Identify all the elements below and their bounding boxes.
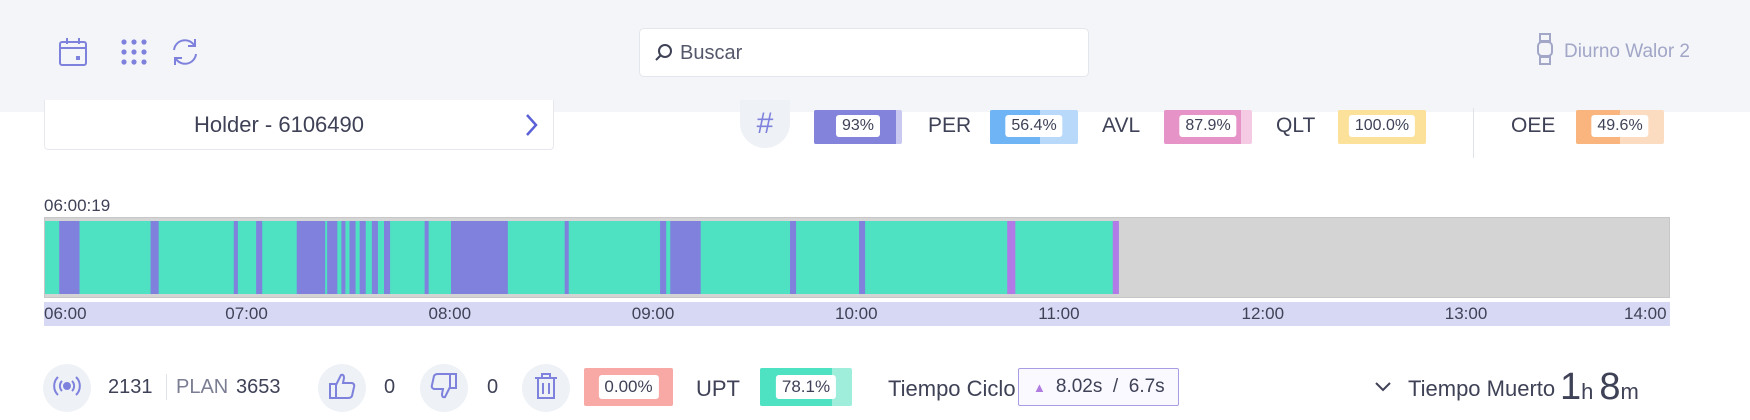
- dead-time-hours-unit: h: [1581, 379, 1594, 404]
- timeline-running-segment[interactable]: [45, 221, 1119, 294]
- kpi-value-avl: 87.9%: [1179, 115, 1237, 137]
- dead-time-hours: 1: [1560, 366, 1582, 408]
- plan-label: PLAN: [176, 376, 229, 398]
- kpi-label-oee: OEE: [1511, 114, 1556, 137]
- calendar-icon[interactable]: [57, 36, 89, 68]
- axis-tick-label: 14:00: [1624, 304, 1667, 323]
- kpi-label-per: PER: [928, 114, 972, 137]
- hash-icon[interactable]: #: [740, 100, 790, 148]
- timeline-stopped-event[interactable]: [150, 221, 159, 294]
- dead-time-minutes-unit: m: [1620, 379, 1639, 404]
- kpi-bar-per: 56.4%: [990, 110, 1078, 144]
- timeline-stopped-event[interactable]: [296, 221, 326, 294]
- cycle-time-label: Tiempo Ciclo: [888, 376, 1016, 401]
- dead-time-label: Tiempo Muerto: [1408, 376, 1556, 401]
- cycle-time-value: 8.02s / 6.7s: [1055, 376, 1165, 397]
- kpi-bar-count: 93%: [814, 110, 902, 144]
- dead-time-value: 1h 8m: [1560, 366, 1645, 409]
- dislike-button[interactable]: [420, 364, 468, 412]
- kpi-value-count: 93%: [835, 115, 881, 137]
- user-name: Diurno Walor 2: [1563, 41, 1690, 62]
- kpi-divider: [1473, 108, 1474, 158]
- timeline-stopped-event[interactable]: [384, 221, 391, 294]
- kpi-bar-oee: 49.6%: [1576, 110, 1664, 144]
- triangle-up-icon: ▲: [1033, 379, 1046, 395]
- timeline-stopped-event[interactable]: [790, 221, 797, 294]
- axis-tick-label: 09:00: [631, 304, 675, 323]
- kpi-value-qlt: 100.0%: [1348, 115, 1416, 137]
- kpi-label-avl: AVL: [1102, 114, 1141, 137]
- timeline-chart: [45, 221, 1119, 294]
- apps-grid-icon[interactable]: [118, 36, 150, 68]
- timeline-stopped-event[interactable]: [660, 221, 667, 294]
- timeline-stopped-event[interactable]: [59, 221, 80, 294]
- kpi-bar-avl: 87.9%: [1164, 110, 1252, 144]
- timeline-stopped-event[interactable]: [233, 221, 238, 294]
- axis-tick-label: 08:00: [428, 304, 472, 323]
- timeline-stopped-event[interactable]: [371, 221, 378, 294]
- scrap-button[interactable]: [522, 364, 570, 412]
- kpi-value-oee: 49.6%: [1591, 115, 1649, 137]
- timeline-stopped-event[interactable]: [424, 221, 429, 294]
- upt-bar: 78.1%: [760, 368, 852, 406]
- top-bar: Diurno Walor 2: [0, 0, 1750, 112]
- upt-value: 78.1%: [775, 375, 837, 399]
- dislikes-count: 0: [487, 376, 499, 398]
- chevron-right-icon[interactable]: [521, 112, 541, 138]
- thumbs-up-icon: [327, 371, 357, 406]
- holder-label: Holder - 6106490: [193, 112, 364, 137]
- cycle-time-box[interactable]: ▲ 8.02s / 6.7s: [1018, 368, 1179, 406]
- timeline-stopped-event[interactable]: [349, 221, 356, 294]
- kpi-label-qlt: QLT: [1276, 114, 1316, 137]
- scrap-value: 0.00%: [598, 375, 659, 399]
- axis-tick-label: 12:00: [1241, 304, 1285, 323]
- trash-icon: [533, 372, 559, 405]
- axis-tick-label: 06:00: [44, 304, 87, 323]
- timeline-stopped-event[interactable]: [859, 221, 866, 294]
- timeline-alarm-event[interactable]: [1112, 221, 1119, 294]
- axis-tick-label: 07:00: [225, 304, 268, 323]
- timeline-stopped-event[interactable]: [564, 221, 569, 294]
- upt-label: UPT: [696, 376, 740, 401]
- thumbs-down-icon: [429, 371, 459, 406]
- search-box[interactable]: [639, 28, 1089, 77]
- timeline-stopped-event[interactable]: [670, 221, 701, 294]
- produced-count: 2131: [108, 376, 153, 398]
- broadcast-icon: [53, 372, 81, 405]
- timeline-alarm-event[interactable]: [1007, 221, 1016, 294]
- search-icon: [654, 43, 674, 63]
- timeline-stopped-event[interactable]: [256, 221, 263, 294]
- axis-tick-label: 13:00: [1444, 304, 1488, 323]
- timeline-stopped-event[interactable]: [327, 221, 338, 294]
- dead-time-minutes: 8: [1599, 366, 1621, 408]
- refresh-icon[interactable]: [169, 36, 201, 68]
- kpi-bar-qlt: 100.0%: [1338, 110, 1426, 144]
- holder-selector[interactable]: Holder - 6106490: [44, 100, 554, 150]
- plan-divider: [166, 374, 167, 400]
- plan-value: 3653: [236, 376, 281, 398]
- search-input[interactable]: [680, 39, 1075, 67]
- production-timeline[interactable]: [44, 217, 1670, 298]
- likes-count: 0: [384, 376, 396, 398]
- axis-tick-label: 11:00: [1038, 304, 1080, 323]
- axis-tick-label: 10:00: [835, 304, 878, 323]
- like-button[interactable]: [318, 364, 366, 412]
- user-menu[interactable]: Diurno Walor 2: [1536, 33, 1690, 71]
- sensor-button[interactable]: [43, 364, 91, 412]
- scrap-bar: 0.00%: [584, 368, 673, 406]
- timeline-stopped-event[interactable]: [341, 221, 346, 294]
- chevron-down-icon[interactable]: [1372, 376, 1394, 398]
- timeline-stopped-event[interactable]: [359, 221, 366, 294]
- timeline-start-time: 06:00:19: [44, 196, 111, 215]
- watch-icon: [1536, 33, 1554, 71]
- kpi-value-per: 56.4%: [1005, 115, 1063, 137]
- timeline-stopped-event[interactable]: [451, 221, 508, 294]
